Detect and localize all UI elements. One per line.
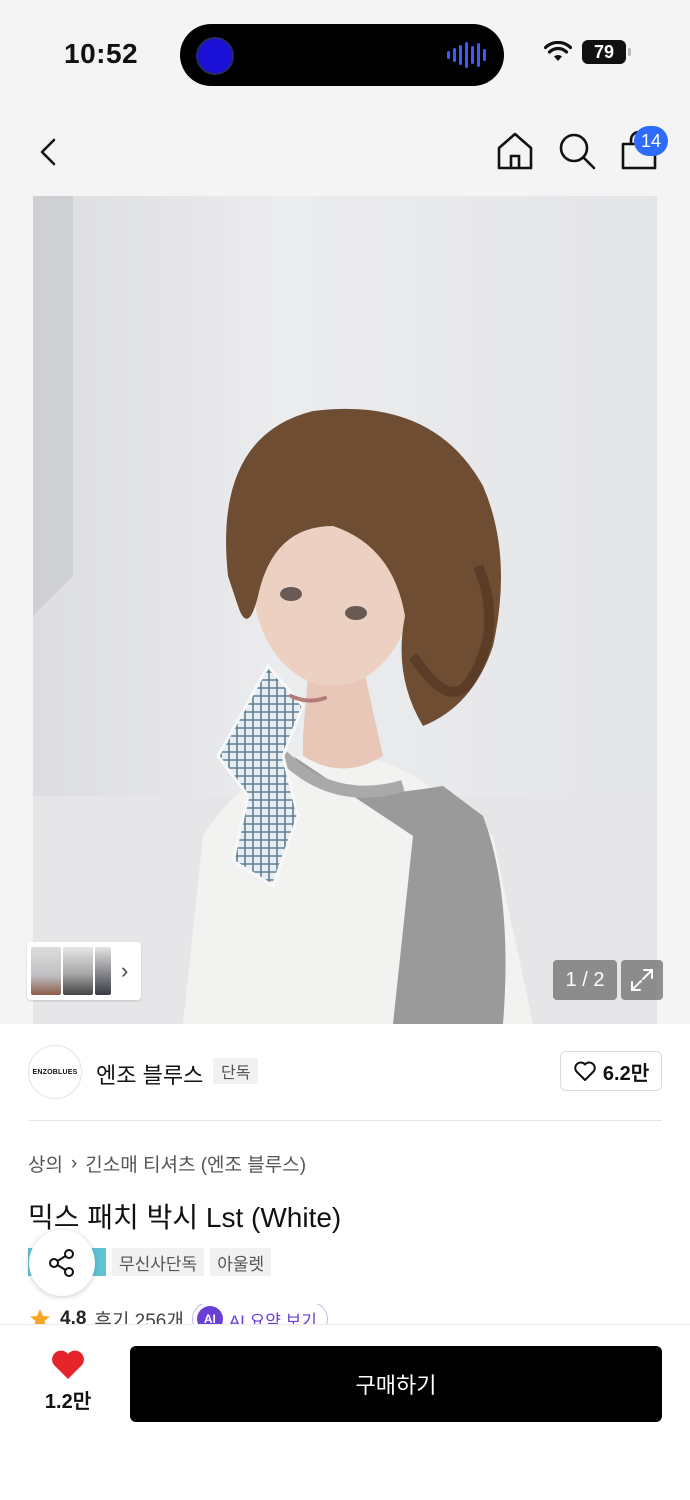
search-icon[interactable] <box>556 130 598 172</box>
heart-outline-icon <box>574 1061 596 1081</box>
audio-wave-icon <box>447 42 486 68</box>
recording-icon <box>196 37 234 75</box>
breadcrumb: 상의 › 긴소매 티셔츠 (엔조 블루스) <box>28 1150 306 1177</box>
chevron-right-icon[interactable]: › <box>121 958 128 984</box>
product-tag: 무신사단독 <box>112 1248 205 1276</box>
model-photo-illustration <box>33 196 657 1024</box>
divider <box>28 1120 662 1121</box>
thumbnail-strip[interactable]: › <box>27 942 141 1000</box>
brand-like-count: 6.2만 <box>602 1062 650 1085</box>
brand-like-button[interactable]: 6.2만 <box>560 1051 662 1091</box>
image-page-indicator: 1 / 2 <box>553 960 617 1000</box>
wishlist-count: 1.2만 <box>44 1391 92 1413</box>
home-icon[interactable] <box>494 130 536 172</box>
breadcrumb-category[interactable]: 상의 <box>28 1150 63 1177</box>
brand-logo[interactable]: ENZOBLUES <box>28 1045 82 1099</box>
product-title: 믹스 패치 박시 Lst (White) <box>28 1202 342 1233</box>
back-arrow-icon[interactable] <box>28 130 72 174</box>
brand-row[interactable]: ENZOBLUES 엔조 블루스 단독 6.2만 <box>0 1024 690 1120</box>
product-tag: 아울렛 <box>210 1248 272 1276</box>
top-nav <box>0 110 690 196</box>
buy-button[interactable]: 구매하기 <box>130 1346 662 1422</box>
bottom-action-bar: 1.2만 구매하기 <box>0 1324 690 1500</box>
heart-filled-icon <box>52 1350 84 1379</box>
share-icon <box>49 1249 74 1277</box>
status-bar: 10:52 79 <box>0 0 690 110</box>
battery-icon: 79 <box>582 40 631 64</box>
thumbnail-image[interactable] <box>31 947 61 995</box>
status-icons: 79 <box>544 40 631 64</box>
thumbnail-image[interactable] <box>63 947 93 995</box>
expand-button[interactable] <box>621 960 663 1000</box>
brand-name[interactable]: 엔조 블루스 <box>96 1058 203 1090</box>
breadcrumb-subcategory[interactable]: 긴소매 티셔츠 (엔조 블루스) <box>85 1150 306 1177</box>
status-time: 10:52 <box>64 38 139 69</box>
wishlist-button[interactable]: 1.2만 <box>32 1349 104 1414</box>
expand-icon <box>631 969 653 991</box>
thumbnail-image[interactable] <box>95 947 111 995</box>
wifi-icon <box>544 41 572 61</box>
chevron-right-icon: › <box>70 1152 78 1174</box>
cart-count-badge: 14 <box>634 126 668 156</box>
product-photo[interactable] <box>33 196 657 1024</box>
share-button[interactable] <box>29 1230 95 1296</box>
product-gallery[interactable]: › 1 / 2 <box>0 196 690 1024</box>
exclusive-tag: 단독 <box>213 1058 259 1084</box>
dynamic-island <box>180 24 504 86</box>
